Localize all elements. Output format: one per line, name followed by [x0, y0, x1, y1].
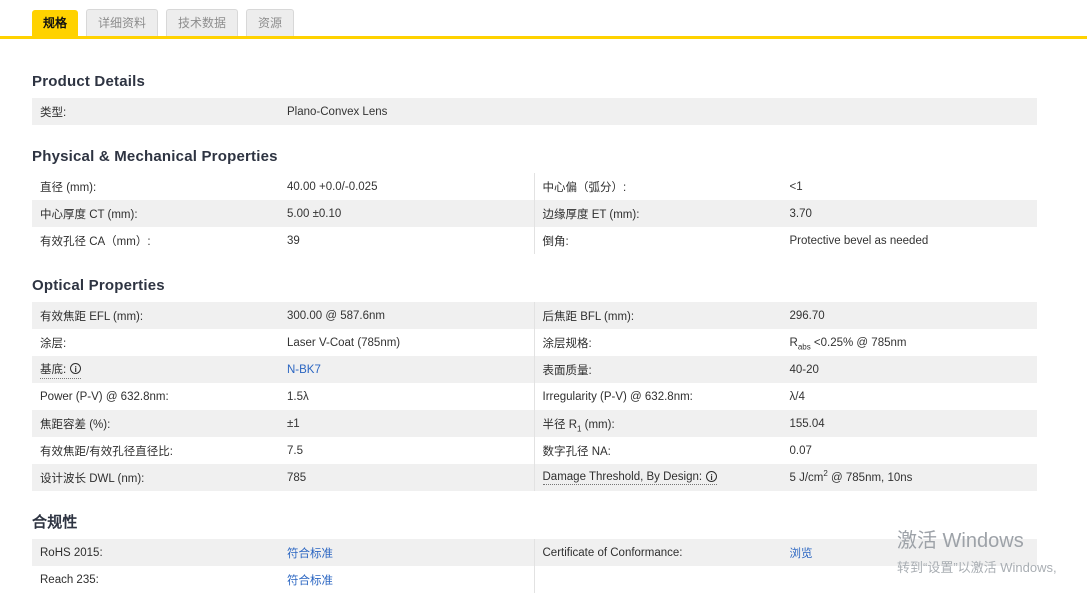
- spec-value: 40.00 +0.0/-0.025: [287, 180, 378, 193]
- section-title-physical: Physical & Mechanical Properties: [32, 148, 278, 165]
- tab-details[interactable]: 详细资料: [86, 9, 159, 36]
- spec-row-power: Power (P-V) @ 632.8nm: 1.5λ Irregularity…: [32, 383, 1037, 410]
- spec-label: 有效焦距 EFL (mm):: [40, 310, 144, 323]
- spec-value: 296.70: [789, 309, 825, 322]
- spec-label: Irregularity (P-V) @ 632.8nm:: [542, 390, 693, 403]
- substrate-link[interactable]: N-BK7: [287, 364, 321, 376]
- spec-label: 设计波长 DWL (nm):: [40, 472, 145, 485]
- spec-label: 中心厚度 CT (mm):: [40, 208, 138, 221]
- tab-specs[interactable]: 规格: [32, 10, 79, 36]
- certificate-of-conformance-link[interactable]: 浏览: [790, 548, 813, 560]
- spec-label: 后焦距 BFL (mm):: [542, 310, 635, 323]
- spec-content: Product Details 类型: Plano-Convex Lens Ph…: [32, 73, 1037, 593]
- spec-value: 155.04: [789, 417, 825, 430]
- spec-label: 有效焦距/有效孔径直径比:: [40, 445, 173, 458]
- section-title-compliance: 合规性: [32, 514, 78, 531]
- rohs-link[interactable]: 符合标准: [287, 548, 333, 560]
- reach-link[interactable]: 符合标准: [287, 575, 333, 587]
- spec-value: <1: [789, 180, 803, 193]
- spec-row-substrate: 基底: N-BK7 表面质量: 40-20: [32, 356, 1037, 383]
- spec-row-diameter: 直径 (mm): 40.00 +0.0/-0.025 中心偏（弧分）: <1: [32, 173, 1037, 200]
- spec-label: Reach 235:: [40, 573, 99, 586]
- spec-value: 1.5λ: [287, 390, 309, 403]
- spec-label: 表面质量:: [542, 364, 592, 377]
- tab-resources[interactable]: 资源: [246, 9, 295, 36]
- spec-row-f-number: 有效焦距/有效孔径直径比: 7.5 数字孔径 NA: 0.07: [32, 437, 1037, 464]
- spec-label: RoHS 2015:: [40, 546, 103, 559]
- spec-value: 39: [287, 234, 300, 247]
- spec-label: 涂层规格:: [542, 337, 592, 350]
- spec-label: 数字孔径 NA:: [542, 445, 611, 458]
- spec-label: Power (P-V) @ 632.8nm:: [40, 390, 169, 403]
- spec-value: 3.70: [789, 207, 812, 220]
- spec-row-clear-aperture: 有效孔径 CA（mm）: 39 倒角: Protective bevel as …: [32, 227, 1037, 254]
- spec-label: 类型:: [40, 106, 67, 119]
- spec-value: λ/4: [789, 390, 805, 403]
- spec-label: 直径 (mm):: [40, 181, 97, 194]
- spec-row-rohs: RoHS 2015: 符合标准 Certificate of Conforman…: [32, 539, 1037, 566]
- spec-value: Laser V-Coat (785nm): [287, 336, 401, 349]
- spec-value: ±1: [287, 417, 300, 430]
- spec-row-focal-tolerance: 焦距容差 (%): ±1 半径 R1 (mm): 155.04: [32, 410, 1037, 437]
- tab-bar: 规格 详细资料 技术数据 资源: [0, 0, 1087, 39]
- spec-value: 7.5: [287, 444, 303, 457]
- spec-value: Protective bevel as needed: [789, 234, 929, 247]
- info-icon[interactable]: [70, 363, 82, 374]
- spec-value: 5.00 ±0.10: [287, 207, 342, 220]
- spec-value: Plano-Convex Lens: [287, 105, 388, 118]
- spec-label: 倒角:: [542, 235, 569, 248]
- spec-value: Rabs <0.25% @ 785nm: [789, 336, 907, 351]
- spec-row-type: 类型: Plano-Convex Lens: [32, 98, 1037, 125]
- spec-label: 有效孔径 CA（mm）:: [40, 235, 151, 248]
- spec-label: 中心偏（弧分）:: [542, 181, 627, 194]
- spec-label: Damage Threshold, By Design:: [542, 471, 790, 485]
- tab-tech-data[interactable]: 技术数据: [166, 9, 239, 36]
- spec-label: 基底:: [40, 361, 287, 379]
- spec-label: Certificate of Conformance:: [542, 546, 683, 559]
- spec-value: 300.00 @ 587.6nm: [287, 309, 385, 322]
- spec-value: 0.07: [789, 444, 812, 457]
- spec-row-center-thickness: 中心厚度 CT (mm): 5.00 ±0.10 边缘厚度 ET (mm): 3…: [32, 200, 1037, 227]
- spec-row-reach: Reach 235: 符合标准: [32, 566, 1037, 593]
- spec-value: 785: [287, 471, 307, 484]
- section-title-product-details: Product Details: [32, 73, 146, 90]
- info-icon[interactable]: [706, 471, 718, 482]
- spec-label: 涂层:: [40, 337, 67, 350]
- spec-row-dwl: 设计波长 DWL (nm): 785 Damage Threshold, By …: [32, 464, 1037, 491]
- spec-row-coating: 涂层: Laser V-Coat (785nm) 涂层规格: Rabs <0.2…: [32, 329, 1037, 356]
- section-title-optical: Optical Properties: [32, 277, 165, 294]
- spec-value: 5 J/cm2 @ 785nm, 10ns: [789, 468, 913, 484]
- spec-label: 半径 R1 (mm):: [542, 418, 615, 433]
- spec-label: 焦距容差 (%):: [40, 418, 111, 431]
- spec-value: 40-20: [789, 363, 819, 376]
- spec-row-efl: 有效焦距 EFL (mm): 300.00 @ 587.6nm 后焦距 BFL …: [32, 302, 1037, 329]
- spec-label: 边缘厚度 ET (mm):: [542, 208, 640, 221]
